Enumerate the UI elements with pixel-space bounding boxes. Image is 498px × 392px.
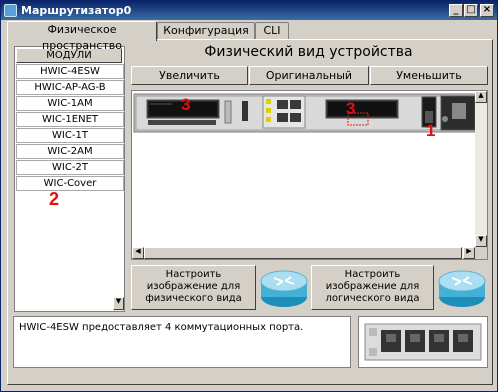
tab-cli[interactable]: CLI: [255, 22, 289, 40]
router-window: Маршрутизатор0 _ □ × Физическое простран…: [0, 0, 498, 392]
module-item[interactable]: HWIC-4ESW: [16, 64, 124, 79]
customize-physical-label: Настроить изображение для физического ви…: [145, 269, 242, 304]
module-description: HWIC-4ESW предоставляет 4 коммутационных…: [13, 316, 351, 368]
module-item[interactable]: WIC-1ENET: [16, 112, 124, 127]
window-title: Маршрутизатор0: [21, 4, 132, 17]
scroll-up-button[interactable]: ▲: [475, 91, 487, 103]
zoom-in-button[interactable]: Увеличить: [131, 66, 248, 85]
viewport-horizontal-scrollbar[interactable]: ◀ ▶: [132, 247, 475, 259]
router-icon: [438, 270, 486, 307]
hwic-4esw-module[interactable]: [262, 95, 306, 129]
annotation-slot-right: 3: [346, 99, 356, 118]
title-bar[interactable]: Маршрутизатор0 _ □ ×: [1, 1, 497, 20]
scroll-right-button[interactable]: ▶: [463, 247, 475, 259]
module-item[interactable]: HWIC-AP-AG-B: [16, 80, 124, 95]
module-item[interactable]: WIC-2AM: [16, 144, 124, 159]
original-size-button[interactable]: Оригинальный размер: [249, 66, 369, 99]
maximize-button[interactable]: □: [464, 4, 478, 17]
close-button[interactable]: ×: [480, 4, 494, 17]
router-app-icon: [4, 4, 17, 17]
customize-physical-button[interactable]: Настроить изображение для физического ви…: [131, 265, 256, 310]
annotation-power-switch: 1: [426, 121, 436, 140]
annotation-slot-left: 3: [181, 95, 191, 114]
module-list[interactable]: МОДУЛИ HWIC-4ESW HWIC-AP-AG-B WIC-1AM WI…: [14, 46, 125, 312]
viewport-vertical-scrollbar[interactable]: ▲ ▼: [475, 91, 487, 247]
module-item[interactable]: WIC-2T: [16, 160, 124, 175]
scroll-down-button[interactable]: ▼: [113, 297, 124, 310]
module-description-text: HWIC-4ESW предоставляет 4 коммутационных…: [19, 322, 304, 333]
physical-view-title: Физический вид устройства: [204, 44, 413, 60]
usb-port: [224, 100, 232, 124]
annotation-module-list: 2: [49, 189, 60, 209]
device-viewport[interactable]: 3 3 1 ▲ ▼ ◀ ▶: [131, 90, 488, 260]
module-list-scrollbar[interactable]: ▼: [113, 297, 124, 311]
module-item[interactable]: WIC-1AM: [16, 96, 124, 111]
module-item[interactable]: WIC-Cover: [16, 176, 124, 191]
slot-label: [148, 120, 216, 125]
router-icon: [260, 270, 308, 307]
hwic-slot-right[interactable]: [325, 99, 399, 119]
customize-logical-label: Настроить изображение для логического ви…: [325, 269, 420, 304]
customize-logical-button[interactable]: Настроить изображение для логического ви…: [311, 265, 434, 310]
module-preview: [358, 316, 488, 368]
zoom-out-button[interactable]: Уменьшить: [370, 66, 488, 85]
router-chassis: [133, 93, 477, 133]
tab-physical[interactable]: Физическое пространство: [7, 21, 157, 52]
scroll-thumb[interactable]: [144, 247, 462, 259]
screw-icon: [442, 116, 448, 122]
tab-config[interactable]: Конфигурация: [157, 22, 255, 40]
minimize-button[interactable]: _: [449, 4, 463, 17]
console-port: [242, 101, 248, 121]
scroll-corner: [475, 247, 487, 259]
scroll-left-button[interactable]: ◀: [132, 247, 144, 259]
scroll-down-button[interactable]: ▼: [475, 235, 487, 247]
module-item[interactable]: WIC-1T: [16, 128, 124, 143]
